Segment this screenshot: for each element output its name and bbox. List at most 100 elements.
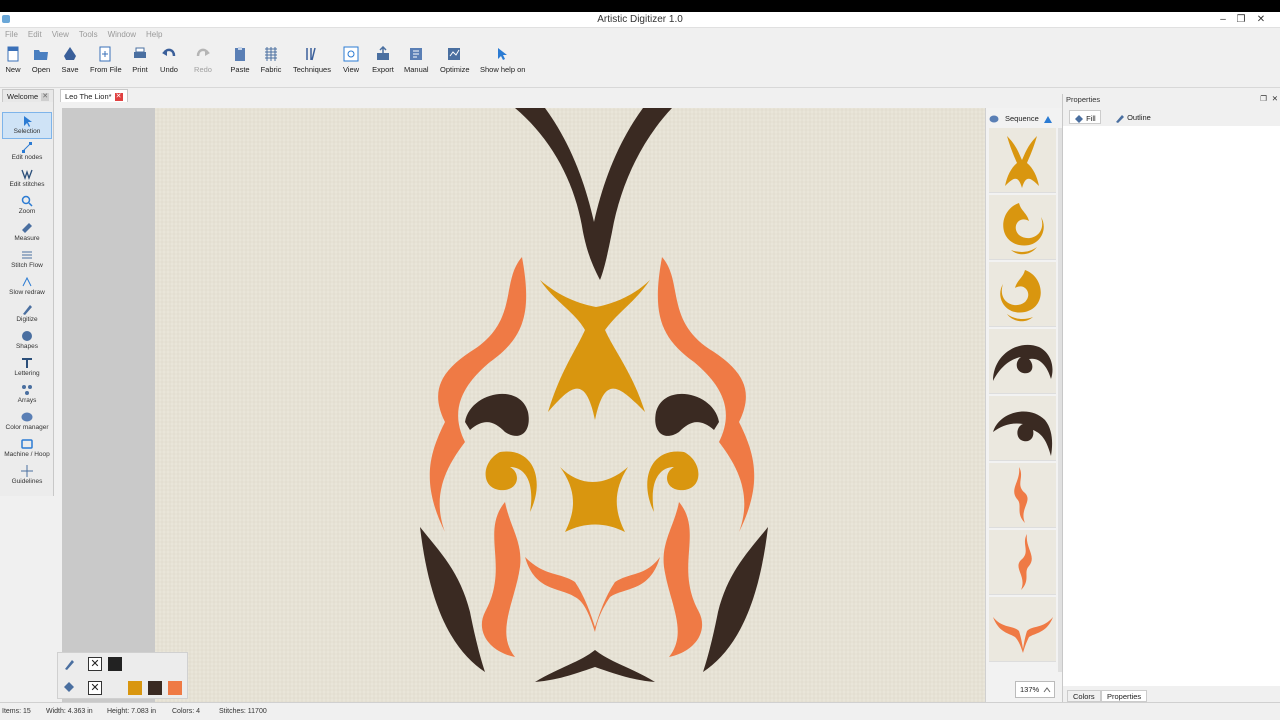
paste-button[interactable]: Paste — [229, 46, 251, 74]
outline-color-swatch[interactable] — [108, 657, 122, 671]
menu-view[interactable]: View — [47, 28, 74, 41]
redo-icon — [195, 46, 211, 62]
new-file-icon — [5, 46, 21, 62]
gold-thread-swatch[interactable] — [128, 681, 142, 695]
close-button[interactable]: ✕ — [1252, 13, 1270, 26]
show-help-button[interactable]: Show help on — [480, 46, 525, 74]
app-window: Artistic Digitizer 1.0 – ❐ ✕ File Edit Vie… — [0, 12, 1280, 720]
tool-arrays-label: Arrays — [17, 397, 37, 404]
export-button[interactable]: Export — [370, 45, 396, 74]
tool-lettering[interactable]: Lettering — [2, 355, 52, 382]
sequence-thumb-orange-flame-left[interactable] — [989, 463, 1056, 528]
open-folder-icon — [33, 46, 49, 62]
machine-hoop-icon — [21, 438, 33, 450]
export-label: Export — [372, 65, 394, 74]
tool-edit-stitches[interactable]: Edit stitches — [2, 166, 52, 193]
lettering-icon — [21, 357, 33, 369]
paste-icon — [232, 46, 248, 62]
tool-machine-hoop[interactable]: Machine / Hoop — [2, 436, 52, 463]
slow-redraw-icon — [21, 276, 33, 288]
menu-help[interactable]: Help — [141, 28, 167, 41]
document-tabs: Welcome ✕ Leo The Lion* ✕ — [0, 88, 1062, 102]
tool-measure[interactable]: Measure — [2, 220, 52, 247]
sequence-thumb-gold-crest[interactable] — [989, 128, 1056, 193]
close-panel-icon[interactable]: ✕ — [1272, 94, 1278, 103]
sequence-thumb-gold-swirl-right[interactable] — [989, 262, 1056, 327]
sequence-thumb-orange-flame-right[interactable] — [989, 530, 1056, 595]
tool-edit-nodes[interactable]: Edit nodes — [2, 139, 52, 166]
tab-leo-label: Leo The Lion* — [65, 92, 112, 101]
no-fill-swatch[interactable]: ✕ — [88, 681, 102, 695]
save-button[interactable]: Save — [61, 46, 79, 74]
techniques-button[interactable]: Techniques — [293, 46, 331, 74]
sequence-thumb-orange-mouth[interactable] — [989, 597, 1056, 662]
fabric-button[interactable]: Fabric — [260, 46, 282, 74]
save-icon — [62, 46, 78, 62]
restore-button[interactable]: ❐ — [1232, 13, 1250, 26]
save-label: Save — [61, 65, 79, 74]
menu-window[interactable]: Window — [103, 28, 141, 41]
zoom-level-control[interactable]: 137% — [1015, 681, 1055, 698]
orange-thread-swatch[interactable] — [168, 681, 182, 695]
sequence-header[interactable]: Sequence — [986, 112, 1063, 126]
chevron-up-icon — [1043, 687, 1051, 693]
help-icon — [494, 46, 510, 62]
tool-selection[interactable]: Selection — [2, 112, 52, 139]
tool-edit-nodes-label: Edit nodes — [11, 154, 43, 161]
minimize-button[interactable]: – — [1214, 13, 1232, 26]
pen-outline-icon — [1116, 114, 1124, 123]
fill-bucket-icon[interactable] — [62, 681, 76, 693]
edit-nodes-icon — [21, 141, 33, 153]
tab-leo-the-lion[interactable]: Leo The Lion* ✕ — [60, 89, 128, 102]
lion-embroidery-design — [155, 108, 985, 702]
sequence-icon — [989, 115, 999, 123]
zoom-level-value: 137% — [1020, 685, 1040, 694]
from-file-button[interactable]: From File — [90, 46, 122, 74]
window-title: Artistic Digitizer 1.0 — [597, 14, 683, 25]
tool-digitize[interactable]: Digitize — [2, 301, 52, 328]
undo-button[interactable]: Undo — [158, 46, 180, 74]
sequence-thumb-dark-eye-left[interactable] — [989, 329, 1056, 394]
techniques-label: Techniques — [293, 65, 331, 74]
close-tab-icon[interactable]: ✕ — [41, 93, 50, 102]
tool-color-manager[interactable]: Color manager — [2, 409, 52, 436]
arrays-icon — [21, 384, 33, 396]
tool-shapes[interactable]: Shapes — [2, 328, 52, 355]
print-button[interactable]: Print — [130, 46, 150, 74]
tab-outline-label: Outline — [1127, 113, 1151, 122]
dark-thread-swatch[interactable] — [148, 681, 162, 695]
tab-outline[interactable]: Outline — [1111, 110, 1155, 124]
dock-icon[interactable]: ❐ — [1260, 94, 1267, 103]
menu-edit[interactable]: Edit — [23, 28, 47, 41]
redo-label: Redo — [194, 65, 212, 74]
pen-outline-icon[interactable] — [64, 658, 76, 670]
tool-zoom[interactable]: Zoom — [2, 193, 52, 220]
tab-properties[interactable]: Properties — [1101, 690, 1148, 702]
tool-stitch-flow[interactable]: Stitch Flow — [2, 247, 52, 274]
open-button[interactable]: Open — [31, 46, 51, 74]
tool-guidelines[interactable]: Guidelines — [2, 463, 52, 490]
redo-button[interactable]: Redo — [193, 46, 213, 74]
status-colors: Colors: 4 — [172, 708, 201, 715]
tab-fill[interactable]: Fill — [1069, 110, 1101, 124]
menu-tools[interactable]: Tools — [74, 28, 103, 41]
manual-label: Manual — [404, 65, 429, 74]
sequence-thumb-gold-swirl-left[interactable] — [989, 195, 1056, 260]
view-button[interactable]: View — [341, 46, 361, 74]
menu-file[interactable]: File — [0, 28, 23, 41]
close-tab-icon[interactable]: ✕ — [114, 93, 123, 102]
optimize-button[interactable]: Optimize — [440, 46, 470, 74]
workspace-margin — [62, 108, 155, 702]
edit-stitches-icon — [21, 168, 33, 180]
from-file-label: From File — [90, 65, 122, 74]
tool-slow-redraw[interactable]: Slow redraw — [2, 274, 52, 301]
collapse-up-icon[interactable] — [1043, 114, 1053, 124]
new-button[interactable]: New — [5, 46, 21, 74]
sequence-thumb-dark-eye-right[interactable] — [989, 396, 1056, 461]
tool-arrays[interactable]: Arrays — [2, 382, 52, 409]
tab-colors[interactable]: Colors — [1067, 690, 1101, 702]
manual-button[interactable]: Manual — [404, 46, 429, 74]
design-canvas[interactable] — [155, 108, 985, 702]
tab-welcome[interactable]: Welcome ✕ — [2, 89, 55, 102]
no-outline-swatch[interactable]: ✕ — [88, 657, 102, 671]
